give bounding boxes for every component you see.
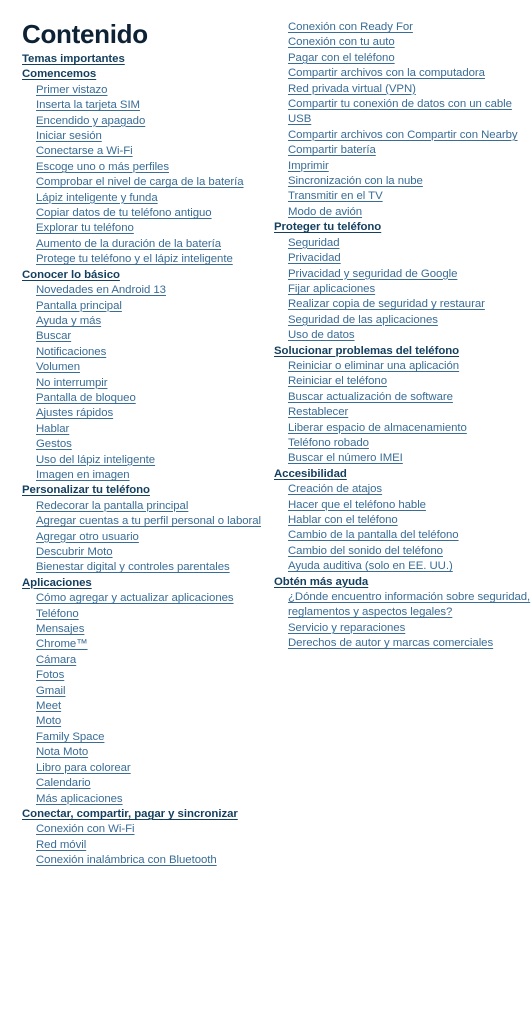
toc-link-buscar-el-numero-imei[interactable]: Buscar el número IMEI xyxy=(274,451,532,466)
toc-section-conocer-lo-basico[interactable]: Conocer lo básico xyxy=(22,268,282,283)
toc-link-copiar-datos-de-tu-telefono-antiguo[interactable]: Copiar datos de tu teléfono antiguo xyxy=(22,206,282,221)
toc-link-liberar-espacio-de-almacenamiento[interactable]: Liberar espacio de almacenamiento xyxy=(274,421,532,436)
toc-link-meet[interactable]: Meet xyxy=(22,699,282,714)
toc-link-conexion-con-wi-fi[interactable]: Conexión con Wi-Fi xyxy=(22,822,282,837)
toc-link-hablar-con-el-telefono[interactable]: Hablar con el teléfono xyxy=(274,513,532,528)
toc-link-telefono-robado[interactable]: Teléfono robado xyxy=(274,436,532,451)
right-column-spacer xyxy=(274,0,532,20)
toc-link-protege-tu-telefono-y-el-lapiz-inteligen[interactable]: Protege tu teléfono y el lápiz inteligen… xyxy=(22,252,282,267)
toc-link-ayuda-auditiva-solo-en-ee-uu[interactable]: Ayuda auditiva (solo en EE. UU.) xyxy=(274,559,532,574)
toc-section-conectar-compartir-pagar-y-sincronizar[interactable]: Conectar, compartir, pagar y sincronizar xyxy=(22,807,282,822)
toc-link-transmitir-en-el-tv[interactable]: Transmitir en el TV xyxy=(274,189,532,204)
toc-section-aplicaciones[interactable]: Aplicaciones xyxy=(22,576,282,591)
toc-link-red-movil[interactable]: Red móvil xyxy=(22,838,282,853)
toc-link-conexion-con-ready-for[interactable]: Conexión con Ready For xyxy=(274,20,532,35)
toc-link-inserta-la-tarjeta-sim[interactable]: Inserta la tarjeta SIM xyxy=(22,98,282,113)
toc-link-compartir-archivos-con-la-computadora[interactable]: Compartir archivos con la computadora xyxy=(274,66,532,81)
toc-link-fijar-aplicaciones[interactable]: Fijar aplicaciones xyxy=(274,282,532,297)
toc-link-novedades-en-android-13[interactable]: Novedades en Android 13 xyxy=(22,283,282,298)
toc-link-pantalla-de-bloqueo[interactable]: Pantalla de bloqueo xyxy=(22,391,282,406)
toc-link-conectarse-a-wi-fi[interactable]: Conectarse a Wi-Fi xyxy=(22,144,282,159)
toc-link-compartir-archivos-con-compartir-con-nea[interactable]: Compartir archivos con Compartir con Nea… xyxy=(274,128,532,143)
toc-link-red-privada-virtual-vpn[interactable]: Red privada virtual (VPN) xyxy=(274,82,532,97)
toc-link-pantalla-principal[interactable]: Pantalla principal xyxy=(22,299,282,314)
page-title: Contenido xyxy=(22,19,148,49)
toc-link-encendido-y-apagado[interactable]: Encendido y apagado xyxy=(22,114,282,129)
toc-link-como-agregar-y-actualizar-aplicaciones[interactable]: Cómo agregar y actualizar aplicaciones xyxy=(22,591,282,606)
toc-link-chrome[interactable]: Chrome™ xyxy=(22,637,282,652)
toc-link-cambio-del-sonido-del-telefono[interactable]: Cambio del sonido del teléfono xyxy=(274,544,532,559)
toc-link-lapiz-inteligente-y-funda[interactable]: Lápiz inteligente y funda xyxy=(22,191,282,206)
toc-link-comprobar-el-nivel-de-carga-de-la-bateri[interactable]: Comprobar el nivel de carga de la baterí… xyxy=(22,175,282,190)
toc-link-escoge-uno-o-mas-perfiles[interactable]: Escoge uno o más perfiles xyxy=(22,160,282,175)
toc-link-iniciar-sesion[interactable]: Iniciar sesión xyxy=(22,129,282,144)
toc-section-accesibilidad[interactable]: Accesibilidad xyxy=(274,467,532,482)
toc-link-realizar-copia-de-seguridad-y-restaurar[interactable]: Realizar copia de seguridad y restaurar xyxy=(274,297,532,312)
toc-link-imagen-en-imagen[interactable]: Imagen en imagen xyxy=(22,468,282,483)
toc-link-cambio-de-la-pantalla-del-telefono[interactable]: Cambio de la pantalla del teléfono xyxy=(274,528,532,543)
toc-link-moto[interactable]: Moto xyxy=(22,714,282,729)
toc-link-sincronizacion-con-la-nube[interactable]: Sincronización con la nube xyxy=(274,174,532,189)
toc-list-left: Temas importantes Comencemos Primer vistaz… xyxy=(22,52,282,869)
toc-link-pagar-con-el-telefono[interactable]: Pagar con el teléfono xyxy=(274,51,532,66)
toc-link-agregar-otro-usuario[interactable]: Agregar otro usuario xyxy=(22,530,282,545)
toc-link-buscar-actualizacion-de-software[interactable]: Buscar actualización de software xyxy=(274,390,532,405)
toc-link-uso-de-datos[interactable]: Uso de datos xyxy=(274,328,532,343)
toc-link-mensajes[interactable]: Mensajes xyxy=(22,622,282,637)
toc-link-descubrir-moto[interactable]: Descubrir Moto xyxy=(22,545,282,560)
toc-link-hablar[interactable]: Hablar xyxy=(22,422,282,437)
toc-link-uso-del-lapiz-inteligente[interactable]: Uso del lápiz inteligente xyxy=(22,453,282,468)
toc-link-compartir-bateria[interactable]: Compartir batería xyxy=(274,143,532,158)
toc-section-obten-mas-ayuda[interactable]: Obtén más ayuda xyxy=(274,575,532,590)
toc-right-column: Conexión con Ready For Conexión con tu au… xyxy=(274,0,532,652)
toc-link-servicio-y-reparaciones[interactable]: Servicio y reparaciones xyxy=(274,621,532,636)
toc-link-aumento-de-la-duracion-de-la-bateria[interactable]: Aumento de la duración de la batería xyxy=(22,237,282,252)
toc-link-reiniciar-o-eliminar-una-aplicacion[interactable]: Reiniciar o eliminar una aplicación xyxy=(274,359,532,374)
toc-link-hacer-que-el-telefono-hable[interactable]: Hacer que el teléfono hable xyxy=(274,498,532,513)
toc-link-camara[interactable]: Cámara xyxy=(22,653,282,668)
toc-link-privacidad-y-seguridad-de-google[interactable]: Privacidad y seguridad de Google xyxy=(274,267,532,282)
toc-link-bienestar-digital-y-controles-parentales[interactable]: Bienestar digital y controles parentales xyxy=(22,560,282,575)
toc-link-creacion-de-atajos[interactable]: Creación de atajos xyxy=(274,482,532,497)
toc-link-donde-encuentro-informacion-sobre-seguri[interactable]: ¿Dónde encuentro información sobre segur… xyxy=(274,590,532,621)
toc-link-nota-moto[interactable]: Nota Moto xyxy=(22,745,282,760)
toc-link-gestos[interactable]: Gestos xyxy=(22,437,282,452)
toc-section-solucionar-problemas-del-telefono[interactable]: Solucionar problemas del teléfono xyxy=(274,344,532,359)
toc-section-comencemos[interactable]: Comencemos xyxy=(22,67,282,82)
toc-page: Contenido Temas importantes Comencemos Pri… xyxy=(0,0,532,1034)
toc-link-gmail[interactable]: Gmail xyxy=(22,684,282,699)
toc-link-notificaciones[interactable]: Notificaciones xyxy=(22,345,282,360)
toc-link-modo-de-avion[interactable]: Modo de avión xyxy=(274,205,532,220)
toc-section-temas-importantes[interactable]: Temas importantes xyxy=(22,52,282,67)
toc-link-ayuda-y-mas[interactable]: Ayuda y más xyxy=(22,314,282,329)
toc-link-buscar[interactable]: Buscar xyxy=(22,329,282,344)
toc-link-conexion-con-tu-auto[interactable]: Conexión con tu auto xyxy=(274,35,532,50)
toc-link-seguridad[interactable]: Seguridad xyxy=(274,236,532,251)
toc-link-libro-para-colorear[interactable]: Libro para colorear xyxy=(22,761,282,776)
toc-link-calendario[interactable]: Calendario xyxy=(22,776,282,791)
toc-section-personalizar-tu-telefono[interactable]: Personalizar tu teléfono xyxy=(22,483,282,498)
toc-link-family-space[interactable]: Family Space xyxy=(22,730,282,745)
toc-list-right: Conexión con Ready For Conexión con tu au… xyxy=(274,20,532,652)
toc-link-redecorar-la-pantalla-principal[interactable]: Redecorar la pantalla principal xyxy=(22,499,282,514)
toc-link-fotos[interactable]: Fotos xyxy=(22,668,282,683)
toc-link-telefono[interactable]: Teléfono xyxy=(22,607,282,622)
toc-left-column: Contenido Temas importantes Comencemos Pri… xyxy=(22,0,282,869)
toc-link-primer-vistazo[interactable]: Primer vistazo xyxy=(22,83,282,98)
toc-link-imprimir[interactable]: Imprimir xyxy=(274,159,532,174)
toc-link-ajustes-rapidos[interactable]: Ajustes rápidos xyxy=(22,406,282,421)
toc-link-agregar-cuentas-a-tu-perfil-personal-o-l[interactable]: Agregar cuentas a tu perfil personal o l… xyxy=(22,514,282,529)
toc-link-privacidad[interactable]: Privacidad xyxy=(274,251,532,266)
toc-link-mas-aplicaciones[interactable]: Más aplicaciones xyxy=(22,792,282,807)
toc-link-conexion-inalambrica-con-bluetooth[interactable]: Conexión inalámbrica con Bluetooth xyxy=(22,853,282,868)
toc-link-seguridad-de-las-aplicaciones[interactable]: Seguridad de las aplicaciones xyxy=(274,313,532,328)
toc-link-derechos-de-autor-y-marcas-comerciales[interactable]: Derechos de autor y marcas comerciales xyxy=(274,636,532,651)
toc-link-restablecer[interactable]: Restablecer xyxy=(274,405,532,420)
toc-link-no-interrumpir[interactable]: No interrumpir xyxy=(22,376,282,391)
toc-link-volumen[interactable]: Volumen xyxy=(22,360,282,375)
toc-link-explorar-tu-telefono[interactable]: Explorar tu teléfono xyxy=(22,221,282,236)
toc-link-compartir-tu-conexion-de-datos-con-un-ca[interactable]: Compartir tu conexión de datos con un ca… xyxy=(274,97,532,128)
toc-link-reiniciar-el-telefono[interactable]: Reiniciar el teléfono xyxy=(274,374,532,389)
toc-section-proteger-tu-telefono[interactable]: Proteger tu teléfono xyxy=(274,220,532,235)
